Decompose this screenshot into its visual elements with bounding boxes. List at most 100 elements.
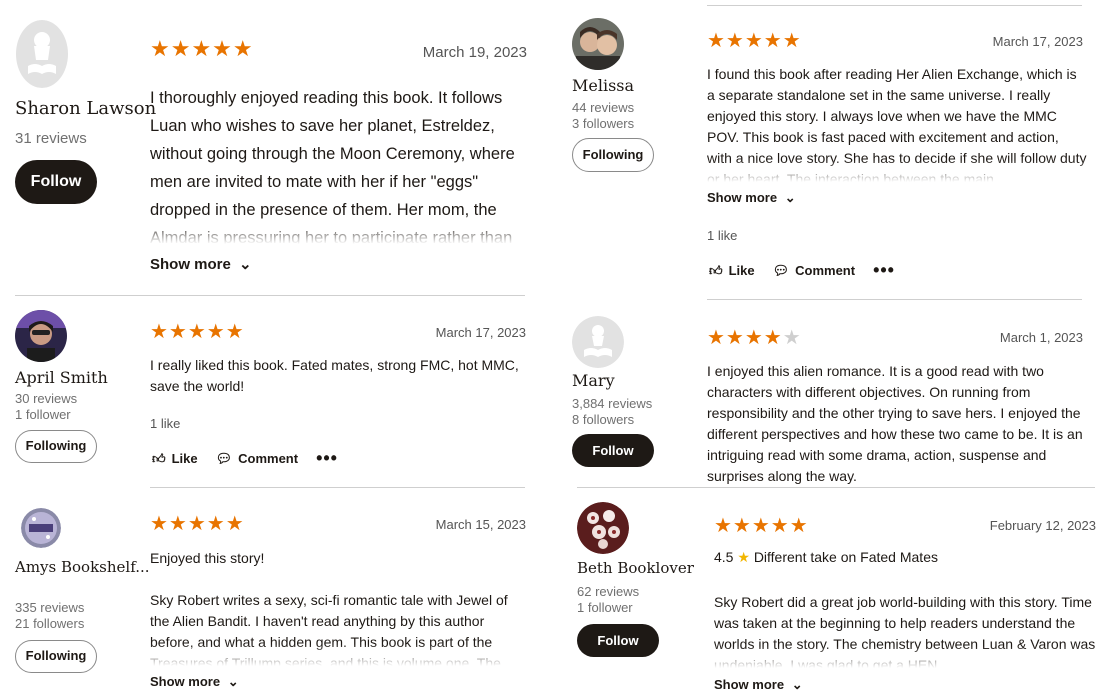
text-fade xyxy=(150,644,530,666)
review-body: I thoroughly enjoyed reading this book. … xyxy=(150,89,515,244)
star-icon: ★ xyxy=(737,549,750,565)
review-first-line: Enjoyed this story! xyxy=(150,550,265,566)
review-text: Sky Robert did a great job world-buildin… xyxy=(714,592,1096,668)
reviewer-review-count: 3,884 reviews xyxy=(572,396,653,411)
reviewer-name[interactable]: Mary xyxy=(572,371,615,390)
follow-button[interactable]: Follow xyxy=(15,160,97,204)
review-heading: Different take on Fated Mates xyxy=(753,549,938,565)
rating-stars: ★★★★★ xyxy=(714,515,809,537)
following-button[interactable]: Following xyxy=(15,640,97,673)
divider xyxy=(577,487,1095,488)
show-more-label: Show more xyxy=(150,256,231,273)
chevron-down-icon: ⌄ xyxy=(791,677,803,692)
reviewer-follower-count: 1 follower xyxy=(15,407,71,422)
reviewer-name[interactable]: Melissa xyxy=(572,76,634,95)
reviewer-avatar[interactable] xyxy=(15,310,67,362)
thumbs-up-icon: 👍︎ xyxy=(152,450,166,466)
like-label: Like xyxy=(171,451,198,466)
score-label: 4.5 xyxy=(714,549,734,565)
like-label: Like xyxy=(728,263,755,278)
rating-stars: ★★★★★ xyxy=(707,325,802,350)
review-text: I thoroughly enjoyed reading this book. … xyxy=(150,84,532,244)
review-date[interactable]: March 17, 2023 xyxy=(960,34,1083,49)
reviewer-avatar[interactable] xyxy=(21,508,61,548)
chevron-down-icon: ⌄ xyxy=(227,674,239,689)
comment-label: Comment xyxy=(238,451,299,466)
following-button[interactable]: Following xyxy=(15,430,97,463)
reviewer-avatar[interactable] xyxy=(577,502,629,554)
following-button[interactable]: Following xyxy=(572,138,654,172)
rating-stars: ★★★★★ xyxy=(150,321,245,343)
reviewer-follower-count: 8 followers xyxy=(572,412,635,427)
follow-button[interactable]: Follow xyxy=(572,434,654,467)
comment-bubble-icon: 💬︎ xyxy=(215,450,233,466)
comment-button[interactable]: 💬︎ Comment xyxy=(216,451,298,467)
show-more-label: Show more xyxy=(150,674,221,689)
reviewer-block: April Smith 30 reviews 1 follower Follow… xyxy=(15,310,140,463)
review-text: Sky Robert writes a sexy, sci-fi romanti… xyxy=(150,590,530,666)
reviewer-avatar[interactable] xyxy=(572,316,624,368)
review-text: I really liked this book. Fated mates, s… xyxy=(150,357,519,394)
comment-button[interactable]: 💬︎ Comment xyxy=(773,263,855,279)
reviewer-review-count: 62 reviews xyxy=(577,584,640,599)
show-more-label: Show more xyxy=(707,190,778,205)
divider xyxy=(707,299,1082,300)
show-more-link[interactable]: Show more ⌄ xyxy=(150,674,239,690)
rating-stars-empty: ★ xyxy=(782,327,802,349)
like-count[interactable]: 1 like xyxy=(150,416,180,431)
show-more-label: Show more xyxy=(714,677,785,692)
reviewer-block: Amys Bookshelf... 335 reviews 21 followe… xyxy=(15,508,150,673)
review-date[interactable]: March 1, 2023 xyxy=(960,330,1083,345)
follow-button[interactable]: Follow xyxy=(577,624,659,657)
text-fade xyxy=(150,222,532,244)
divider xyxy=(150,487,525,488)
review-text: I enjoyed this alien romance. It is a go… xyxy=(707,363,1083,484)
reviewer-name[interactable]: Amys Bookshelf... xyxy=(15,558,150,577)
reviewer-follower-count: 1 follower xyxy=(577,600,633,615)
reviewer-review-count: 31 reviews xyxy=(15,130,87,147)
rating-stars: ★★★★★ xyxy=(707,30,802,52)
more-options-icon[interactable]: ••• xyxy=(316,448,338,469)
thumbs-up-icon: 👍︎ xyxy=(709,262,723,278)
rating-stars: ★★★★★ xyxy=(150,513,245,535)
reviewer-review-count: 335 reviews xyxy=(15,600,85,615)
review-date[interactable]: March 17, 2023 xyxy=(400,325,526,340)
bookshelf-badge-icon xyxy=(21,508,61,548)
text-fade xyxy=(707,160,1087,182)
show-more-link[interactable]: Show more ⌄ xyxy=(707,190,796,206)
reviewer-follower-count: 21 followers xyxy=(15,616,85,631)
review-date[interactable]: February 12, 2023 xyxy=(950,518,1096,533)
show-more-link[interactable]: Show more ⌄ xyxy=(714,677,803,693)
reviewer-follower-count: 3 followers xyxy=(572,116,635,131)
default-reader-avatar-icon xyxy=(572,316,624,368)
chevron-down-icon: ⌄ xyxy=(784,190,796,205)
woman-photo-icon xyxy=(15,310,67,362)
show-more-link[interactable]: Show more ⌄ xyxy=(150,255,252,273)
reviewer-name[interactable]: April Smith xyxy=(15,368,108,387)
chevron-down-icon: ⌄ xyxy=(239,256,252,273)
default-reader-avatar-icon xyxy=(16,20,68,88)
like-count[interactable]: 1 like xyxy=(707,228,737,243)
comment-label: Comment xyxy=(795,263,856,278)
couple-photo-icon xyxy=(572,18,624,70)
reviewer-block: Melissa 44 reviews 3 followers Following xyxy=(572,18,697,172)
more-options-icon[interactable]: ••• xyxy=(873,260,895,281)
reviewer-review-count: 44 reviews xyxy=(572,100,635,115)
rating-stars: ★★★★★ xyxy=(150,36,254,61)
review-date[interactable]: March 19, 2023 xyxy=(400,44,527,61)
like-button[interactable]: 👍︎ Like xyxy=(152,451,198,467)
like-button[interactable]: 👍︎ Like xyxy=(709,263,755,279)
reviewer-block: Mary 3,884 reviews 8 followers Follow xyxy=(572,316,697,467)
flowers-photo-icon xyxy=(577,502,629,554)
reviewer-name[interactable]: Sharon Lawson xyxy=(15,98,156,119)
review-actions: 👍︎ Like 💬︎ Comment ••• xyxy=(152,448,338,469)
reviewer-name[interactable]: Beth Booklover xyxy=(577,559,694,577)
reviewer-block: Beth Booklover 62 reviews 1 follower Fol… xyxy=(577,502,702,657)
review-date[interactable]: March 15, 2023 xyxy=(400,517,526,532)
text-fade xyxy=(714,646,1096,668)
divider xyxy=(707,5,1082,6)
review-shelf-line: 4.5 ★ Different take on Fated Mates xyxy=(714,549,938,566)
reviewer-avatar[interactable] xyxy=(16,20,68,88)
comment-bubble-icon: 💬︎ xyxy=(772,262,790,278)
reviewer-avatar[interactable] xyxy=(572,18,624,70)
